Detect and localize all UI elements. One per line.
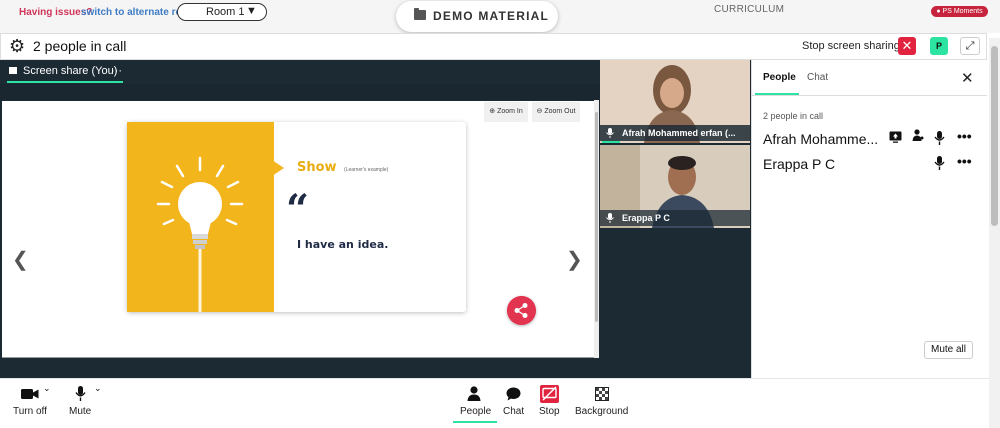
chevron-left-icon[interactable]: ❮ [12, 247, 29, 272]
participant-2-name: Erappa P C [622, 213, 670, 223]
caret-down-icon: ▼ [246, 5, 257, 17]
mic-icon [606, 128, 614, 138]
chat-label: Chat [503, 406, 525, 417]
share-menu-icon[interactable]: ··· [111, 65, 122, 77]
tab-people[interactable]: People [763, 72, 796, 83]
participant-1-name: Afrah Mohammed erfan (... [622, 128, 736, 138]
monitor-icon [9, 67, 17, 74]
gear-icon[interactable]: ⚙ [9, 37, 25, 55]
share-tab-indicator [7, 81, 123, 83]
zoom-in-label: Zoom In [497, 108, 523, 115]
camera-icon[interactable] [21, 388, 39, 400]
expand-icon[interactable]: ⤢ [960, 37, 980, 55]
tab-chat[interactable]: Chat [807, 72, 828, 83]
page-scrollbar-thumb[interactable] [991, 46, 998, 226]
tab-people-indicator [755, 93, 799, 95]
people-label: People [460, 406, 492, 417]
chat-icon[interactable] [506, 387, 521, 401]
background-icon[interactable] [595, 387, 609, 401]
screen-share-label: Screen share (You) [23, 65, 118, 77]
close-icon[interactable]: ✕ [961, 69, 974, 87]
screen-share-icon [889, 131, 902, 143]
share-scrollbar-thumb[interactable] [595, 112, 598, 322]
zoom-out-icon: ⊖ [536, 108, 543, 115]
mic-options-chevron-icon[interactable]: ⌄ [94, 383, 102, 394]
speaking-indicator [602, 141, 620, 143]
slide-heading: Show [297, 160, 337, 175]
lightbulb-icon [156, 156, 244, 312]
mic-icon [606, 213, 614, 223]
people-active-indicator [453, 421, 497, 423]
share-icon[interactable] [507, 296, 536, 325]
ps-moments-badge[interactable]: ● PS Moments [931, 6, 988, 17]
screen-share-tab[interactable]: Screen share (You) [9, 65, 117, 77]
user-avatar[interactable]: P [930, 37, 948, 55]
demo-material-label: DEMO MATERIAL [433, 9, 550, 23]
folder-icon [414, 8, 426, 20]
room-select[interactable]: Room 1 ▼ [177, 3, 267, 21]
stop-sharing-label: Stop screen sharing [802, 40, 900, 52]
ps-moments-label: PS Moments [942, 8, 983, 15]
stop-label: Stop [539, 406, 560, 417]
stop-share-icon[interactable] [540, 385, 559, 403]
demo-material-button[interactable]: DEMO MATERIAL [396, 1, 558, 32]
mic-icon[interactable] [934, 156, 945, 170]
zoom-out-label: Zoom Out [544, 108, 576, 115]
more-options-icon[interactable]: ••• [957, 153, 972, 169]
people-icon[interactable] [467, 386, 481, 401]
zoom-in-icon: ⊕ [489, 108, 496, 115]
stop-sharing-button[interactable]: ✕ [898, 37, 916, 55]
quote-mark-icon: “ [286, 186, 310, 233]
share-header-row [0, 84, 600, 100]
panel-tabs-divider [751, 95, 987, 96]
room-select-value: Room 1 [206, 6, 245, 18]
slide-subheading: (Learner's example) [344, 167, 389, 173]
background-label: Background [575, 406, 629, 417]
slide-notch [272, 160, 284, 176]
chevron-right-icon[interactable]: ❯ [566, 247, 583, 272]
call-title: 2 people in call [33, 38, 127, 54]
slide-statement: I have an idea. [297, 238, 389, 251]
more-options-icon[interactable]: ••• [957, 128, 972, 144]
mute-all-button[interactable]: Mute all [924, 341, 973, 359]
people-count: 2 people in call [763, 111, 824, 121]
zoom-in-button[interactable]: ⊕ Zoom In [484, 102, 528, 122]
participant-list-name: Erappa P C [763, 156, 836, 172]
mic-label: Mute [69, 406, 92, 417]
mic-icon[interactable] [934, 131, 945, 145]
host-icon[interactable] [912, 129, 924, 142]
mic-icon[interactable] [75, 386, 86, 401]
zoom-out-button[interactable]: ⊖ Zoom Out [532, 102, 580, 122]
participant-list-name: Afrah Mohamme... [763, 131, 879, 147]
camera-options-chevron-icon[interactable]: ⌄ [43, 383, 51, 394]
curriculum-link[interactable]: CURRICULUM [714, 4, 784, 15]
people-panel [751, 60, 987, 378]
camera-label: Turn off [13, 406, 47, 417]
